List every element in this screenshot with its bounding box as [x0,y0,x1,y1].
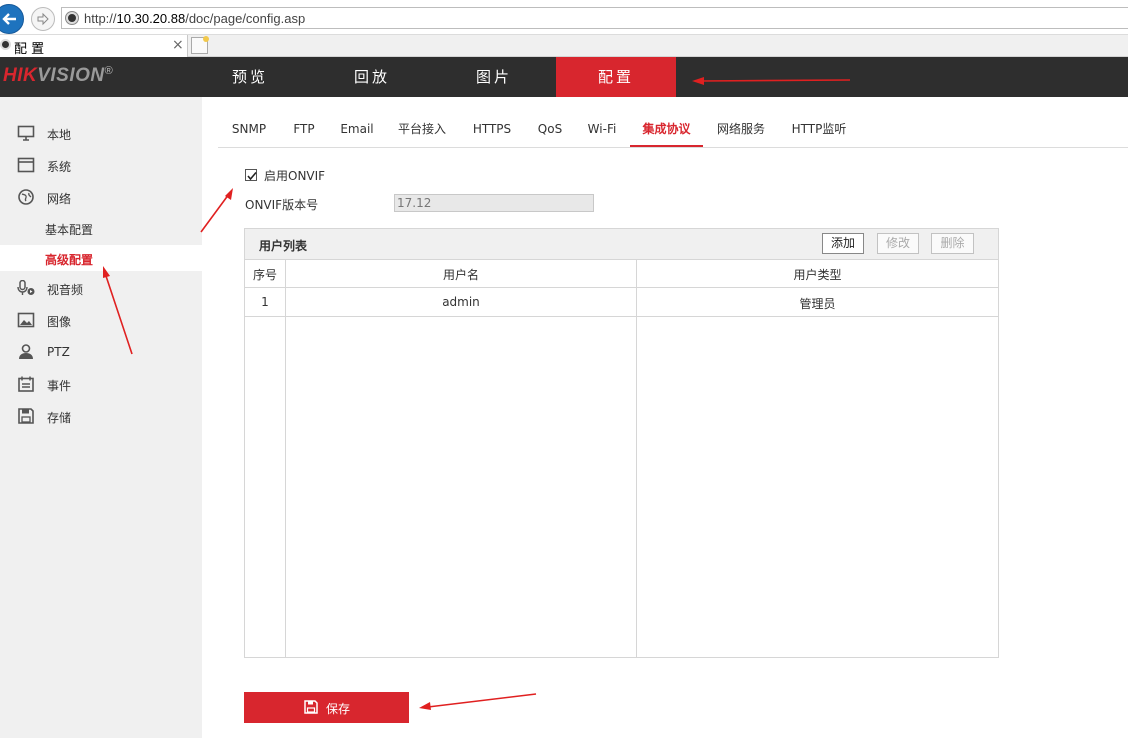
sidebar-item-network[interactable]: 网络 [0,184,202,210]
sidebar: 本地 系统 网络 基本配置 高级配置 视音频 图像 PTZ 事件 存储 [0,97,202,738]
sidebar-item-label: PTZ [47,345,70,359]
cell-user-type: 管理员 [799,297,836,311]
onvif-version-label: ONVIF版本号 [245,198,319,212]
person-icon [19,344,33,359]
tab-email[interactable]: Email [339,113,375,147]
annotation-arrow-head [225,188,233,200]
add-user-button[interactable]: 添加 [822,233,864,254]
tab-network-service[interactable]: 网络服务 [715,113,767,147]
url-input[interactable]: http://10.30.20.88/doc/page/config.asp [61,7,1128,29]
tab-close-icon[interactable]: × [172,37,184,53]
column-header-username: 用户名 [442,268,479,282]
tab-https[interactable]: HTTPS [470,113,514,147]
sidebar-item-label: 事件 [47,379,72,393]
sidebar-subitem-advanced-config[interactable]: 高级配置 [0,245,202,271]
onvif-version-field: 17.12 [394,194,594,212]
tab-qos[interactable]: QoS [536,113,564,147]
sub-tab-bar: SNMP FTP Email 平台接入 HTTPS QoS Wi-Fi 集成协议… [218,113,1128,148]
annotation-arrow-head [419,702,431,710]
nav-preview[interactable]: 预览 [190,57,310,97]
modify-user-button[interactable]: 修改 [877,233,919,254]
annotation-arrow [427,693,537,708]
sidebar-subitem-basic-config[interactable]: 基本配置 [0,215,202,241]
annotation-arrow [200,193,230,233]
new-tab-button[interactable] [191,36,209,54]
sidebar-item-storage[interactable]: 存储 [0,403,202,429]
tab-snmp[interactable]: SNMP [231,113,267,147]
arrow-left-icon [2,13,16,25]
sidebar-item-ptz[interactable]: PTZ [0,339,202,365]
nav-picture[interactable]: 图片 [434,57,554,97]
hikvision-logo: HIKVISION® [3,65,114,86]
checkmark-icon [247,171,257,181]
delete-user-button[interactable]: 删除 [931,233,974,254]
monitor-icon [17,125,35,141]
save-button[interactable]: 保存 [244,692,409,723]
sidebar-item-video-audio[interactable]: 视音频 [0,275,202,301]
user-list-title: 用户列表 [259,239,308,253]
favicon-icon [66,12,78,24]
tab-title: 配 置 [14,42,45,57]
column-header-no: 序号 [252,268,277,282]
sidebar-item-system[interactable]: 系统 [0,152,202,178]
url-text: http://10.30.20.88/doc/page/config.asp [84,11,306,26]
sidebar-item-label: 系统 [47,160,72,174]
tab-integration-protocol[interactable]: 集成协议 [630,113,703,147]
tab-ftp[interactable]: FTP [290,113,318,147]
back-button[interactable] [0,4,24,34]
sidebar-item-label: 本地 [47,128,72,142]
browser-tab[interactable]: 配 置 × [0,35,188,57]
enable-onvif-label: 启用ONVIF [264,169,326,183]
sidebar-item-local[interactable]: 本地 [0,120,202,146]
tab-favicon-icon [0,39,11,50]
tab-wifi[interactable]: Wi-Fi [586,113,618,147]
browser-address-bar: http://10.30.20.88/doc/page/config.asp [0,0,1128,35]
window-icon [17,157,35,173]
nav-configuration[interactable]: 配置 [556,57,676,97]
enable-onvif-checkbox[interactable] [245,169,257,181]
browser-tab-bar: 配 置 × [0,35,1128,57]
sidebar-item-image[interactable]: 图像 [0,307,202,333]
user-list-header: 用户列表 添加 修改 删除 [245,229,998,259]
floppy-icon [304,700,318,714]
save-button-label: 保存 [326,702,351,716]
cell-username: admin [442,295,480,309]
tab-http-listening[interactable]: HTTP监听 [789,113,849,147]
sidebar-item-label: 视音频 [47,283,84,297]
globe-icon [18,189,34,205]
sidebar-item-label: 网络 [47,192,72,206]
nav-playback[interactable]: 回放 [312,57,432,97]
app-header: HIKVISION® 预览 回放 图片 配置 [0,57,1128,97]
calendar-icon [18,376,34,392]
arrow-right-icon [37,12,49,26]
sidebar-subitem-label: 基本配置 [45,223,94,237]
forward-button[interactable] [31,7,55,31]
microphone-icon [17,280,35,295]
sidebar-subitem-label: 高级配置 [45,253,94,267]
tab-platform-access[interactable]: 平台接入 [396,113,448,147]
floppy-icon [18,408,34,424]
sidebar-item-event[interactable]: 事件 [0,371,202,397]
cell-no: 1 [261,295,269,309]
sidebar-item-label: 图像 [47,315,72,329]
user-table: 序号 用户名 用户类型 1 admin 管理员 [245,259,998,657]
image-icon [17,312,35,328]
column-header-user-type: 用户类型 [793,268,842,282]
user-list-panel: 用户列表 添加 修改 删除 序号 用户名 用户类型 1 admin 管理员 [244,228,999,658]
sidebar-item-label: 存储 [47,411,72,425]
